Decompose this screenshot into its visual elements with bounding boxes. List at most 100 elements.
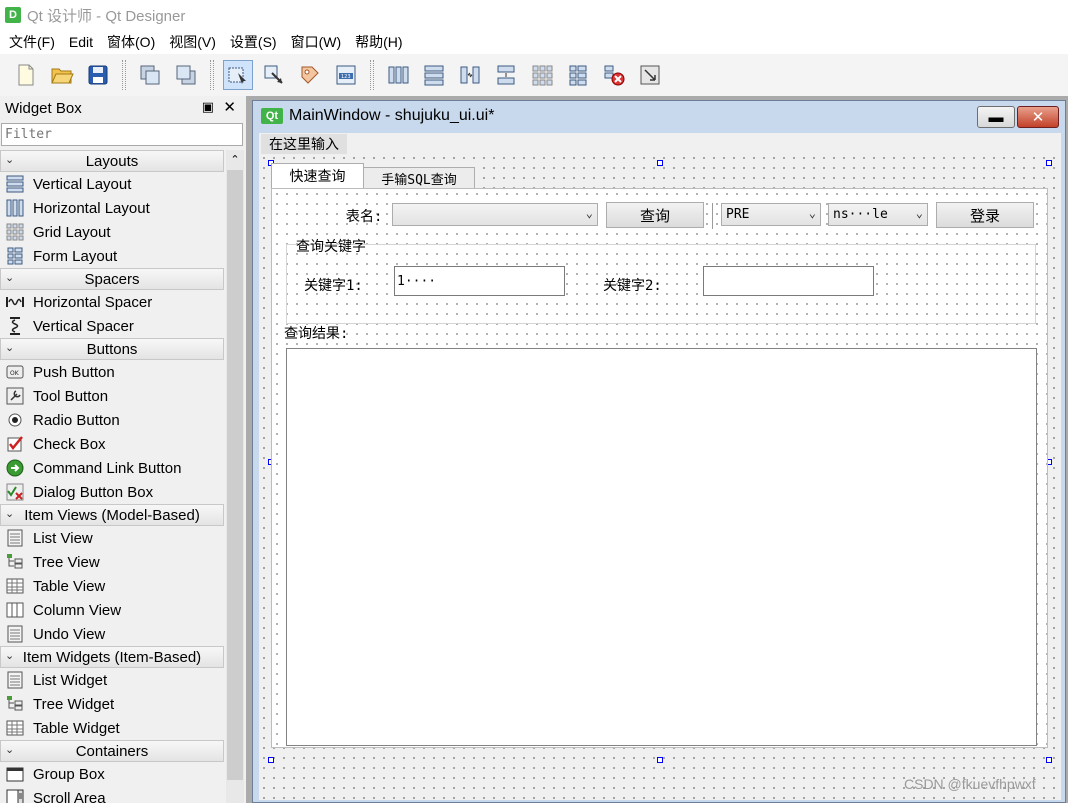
widget-category[interactable]: ⌄ Buttons [0, 338, 224, 360]
menu-help[interactable]: 帮助(H) [350, 30, 407, 54]
selection-handle[interactable] [657, 160, 663, 166]
minimize-button[interactable]: ▬ [977, 106, 1015, 128]
type-here-menu[interactable]: 在这里输入 [261, 134, 347, 154]
list-widget-icon [6, 671, 24, 689]
widget-item[interactable]: Dialog Button Box [0, 480, 224, 504]
toolbar-separator [122, 60, 126, 90]
widget-item[interactable]: Horizontal Layout [0, 196, 224, 220]
widget-category[interactable]: ⌄ Item Widgets (Item-Based) [0, 646, 224, 668]
designer-app-icon: D [5, 7, 21, 23]
new-file-icon[interactable] [11, 60, 41, 90]
widget-box-panel: Widget Box ▣ ✕ ⌄ Layouts Vertical Layout Ho… [0, 96, 246, 803]
widget-item-label: Form Layout [33, 247, 118, 265]
break-layout-icon[interactable] [599, 60, 629, 90]
layout-horizontal-icon[interactable] [383, 60, 413, 90]
widget-item[interactable]: Table Widget [0, 716, 224, 740]
toolbar-separator [370, 60, 374, 90]
tab-quick-query[interactable]: 快速查询 [271, 163, 364, 188]
scroll-up-icon[interactable]: ⌃ [226, 150, 244, 168]
menu-bar: 文件(F) Edit 窗体(O) 视图(V) 设置(S) 窗口(W) 帮助(H) [0, 30, 1068, 54]
layout-grid-icon[interactable] [527, 60, 557, 90]
database-combo[interactable]: PRE ⌄ [721, 203, 821, 226]
widget-category[interactable]: ⌄ Containers [0, 740, 224, 762]
scrollbar-thumb[interactable] [227, 170, 243, 780]
widget-category-label: Item Widgets (Item-Based) [22, 648, 202, 666]
menu-window[interactable]: 窗口(W) [286, 30, 347, 54]
result-text-area[interactable] [286, 348, 1037, 746]
widget-item[interactable]: Scroll Area [0, 786, 224, 803]
widget-item[interactable]: Tree View [0, 550, 224, 574]
widget-item[interactable]: Form Layout [0, 244, 224, 268]
widget-item[interactable]: Tool Button [0, 384, 224, 408]
keyword1-input[interactable]: 1···· [394, 266, 565, 296]
close-icon[interactable]: ✕ [223, 98, 236, 116]
close-button[interactable]: ✕ [1017, 106, 1059, 128]
tab-manual-sql[interactable]: 手输SQL查询 [364, 167, 475, 188]
menu-edit[interactable]: Edit [64, 32, 98, 52]
edit-tab-order-icon[interactable]: 123 [331, 60, 361, 90]
widget-item[interactable]: Command Link Button [0, 456, 224, 480]
keyword2-input[interactable] [703, 266, 874, 296]
widget-item-label: Horizontal Layout [33, 199, 150, 217]
chevron-down-icon: ⌄ [585, 206, 593, 220]
filter-input[interactable] [1, 123, 243, 146]
menu-form[interactable]: 窗体(O) [102, 30, 160, 54]
widget-category[interactable]: ⌄ Spacers [0, 268, 224, 290]
chevron-down-icon: ⌄ [5, 342, 15, 354]
chevron-down-icon: ⌄ [5, 154, 15, 166]
open-folder-icon[interactable] [47, 60, 77, 90]
edit-signals-slots-icon[interactable] [259, 60, 289, 90]
widget-item[interactable]: List Widget [0, 668, 224, 692]
widget-box-scrollbar[interactable]: ⌃ [226, 150, 244, 803]
schema-combo-value: ns···le [833, 207, 888, 222]
qt-logo-icon: Qt [261, 108, 283, 124]
chevron-down-icon: ⌄ [5, 272, 15, 284]
form-canvas[interactable]: 在这里输入 快速查询 手输SQL查询 表名: ⌄ 查询 PRE ⌄ ns···l… [259, 133, 1061, 800]
edit-widgets-icon[interactable] [223, 60, 253, 90]
menu-file[interactable]: 文件(F) [4, 30, 60, 54]
float-icon[interactable]: ▣ [202, 99, 214, 115]
layout-vertical-icon[interactable] [419, 60, 449, 90]
login-button[interactable]: 登录 [936, 202, 1034, 228]
query-button[interactable]: 查询 [606, 202, 704, 228]
radio-button-icon [6, 411, 24, 429]
widget-item[interactable]: Vertical Layout [0, 172, 224, 196]
chevron-down-icon: ⌄ [915, 206, 923, 220]
widget-item[interactable]: Table View [0, 574, 224, 598]
widget-item[interactable]: Horizontal Spacer [0, 290, 224, 314]
layout-form-icon[interactable] [563, 60, 593, 90]
widget-item[interactable]: Grid Layout [0, 220, 224, 244]
widget-category[interactable]: ⌄ Item Views (Model-Based) [0, 504, 224, 526]
menu-view[interactable]: 视图(V) [164, 30, 221, 54]
keyword2-label: 关键字2: [603, 278, 662, 294]
widget-item[interactable]: Vertical Spacer [0, 314, 224, 338]
widget-category[interactable]: ⌄ Layouts [0, 150, 224, 172]
widget-item[interactable]: Tree Widget [0, 692, 224, 716]
layout-horizontal-splitter-icon[interactable] [455, 60, 485, 90]
widget-item-label: Undo View [33, 625, 106, 643]
grid-layout-icon [6, 223, 24, 241]
selection-handle[interactable] [268, 757, 274, 763]
widget-item-label: Command Link Button [33, 459, 182, 477]
bring-to-front-icon[interactable] [135, 60, 165, 90]
selection-handle[interactable] [1046, 757, 1052, 763]
menu-settings[interactable]: 设置(S) [225, 30, 282, 54]
layout-vertical-splitter-icon[interactable] [491, 60, 521, 90]
widget-item[interactable]: Column View [0, 598, 224, 622]
widget-item-label: Tree View [33, 553, 100, 571]
widget-item[interactable]: Group Box [0, 762, 224, 786]
widget-item[interactable]: Check Box [0, 432, 224, 456]
widget-item-label: Tree Widget [33, 695, 115, 713]
widget-item[interactable]: Radio Button [0, 408, 224, 432]
widget-item[interactable]: List View [0, 526, 224, 550]
table-combo[interactable]: ⌄ [392, 203, 598, 226]
edit-buddies-icon[interactable] [295, 60, 325, 90]
schema-combo[interactable]: ns···le ⌄ [828, 203, 928, 226]
save-icon[interactable] [83, 60, 113, 90]
widget-item[interactable]: Undo View [0, 622, 224, 646]
selection-handle[interactable] [657, 757, 663, 763]
adjust-size-icon[interactable] [635, 60, 665, 90]
send-to-back-icon[interactable] [171, 60, 201, 90]
selection-handle[interactable] [1046, 160, 1052, 166]
widget-item[interactable]: OK Push Button [0, 360, 224, 384]
